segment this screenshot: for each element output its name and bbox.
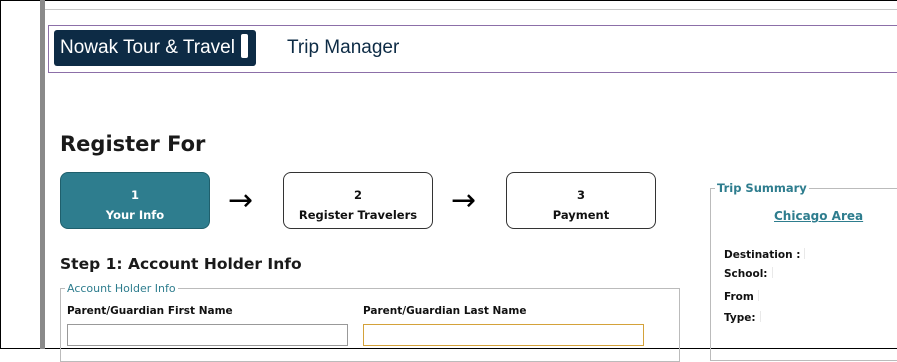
step-payment[interactable]: 3 Payment — [506, 172, 656, 229]
step-register-travelers[interactable]: 2 Register Travelers — [283, 172, 433, 229]
step-label: Your Info — [105, 208, 165, 222]
destination-row: Destination : — [724, 248, 806, 261]
arrow-right-icon: → — [451, 183, 477, 218]
from-label: From — [724, 291, 754, 303]
left-border-bar — [40, 0, 45, 349]
school-value — [771, 267, 773, 278]
first-name-input[interactable] — [67, 324, 348, 346]
account-holder-fieldset: Account Holder Info — [60, 282, 680, 362]
type-value — [759, 311, 761, 322]
step-label: Register Travelers — [298, 208, 418, 222]
first-name-label: Parent/Guardian First Name — [67, 305, 233, 317]
section-title: Step 1: Account Holder Info — [60, 255, 302, 273]
brand-name: Nowak Tour & Travel — [60, 37, 235, 58]
brand-cursor-icon — [240, 34, 248, 58]
school-row: School: — [724, 267, 773, 280]
type-label: Type: — [724, 312, 756, 324]
type-row: Type: — [724, 311, 761, 324]
app-title: Trip Manager — [287, 37, 400, 58]
from-value — [757, 290, 759, 301]
step-number: 2 — [353, 188, 362, 202]
destination-label: Destination : — [724, 249, 801, 261]
last-name-input[interactable] — [363, 324, 644, 346]
school-label: School: — [724, 268, 768, 280]
step-number: 3 — [576, 188, 585, 202]
destination-value — [804, 248, 806, 259]
app-header: Nowak Tour & Travel Trip Manager — [48, 25, 897, 73]
step-number: 1 — [130, 188, 139, 202]
top-divider — [45, 9, 897, 10]
from-row: From — [724, 290, 759, 303]
fieldset-legend: Account Holder Info — [67, 282, 176, 295]
trip-name-link[interactable]: Chicago Area — [774, 209, 863, 223]
page-title: Register For — [60, 132, 206, 156]
last-name-label: Parent/Guardian Last Name — [363, 305, 527, 317]
brand-logo[interactable]: Nowak Tour & Travel — [54, 30, 256, 66]
step-your-info[interactable]: 1 Your Info — [60, 172, 210, 229]
trip-summary-legend: Trip Summary — [717, 181, 807, 195]
arrow-right-icon: → — [228, 183, 254, 218]
step-label: Payment — [552, 208, 610, 222]
